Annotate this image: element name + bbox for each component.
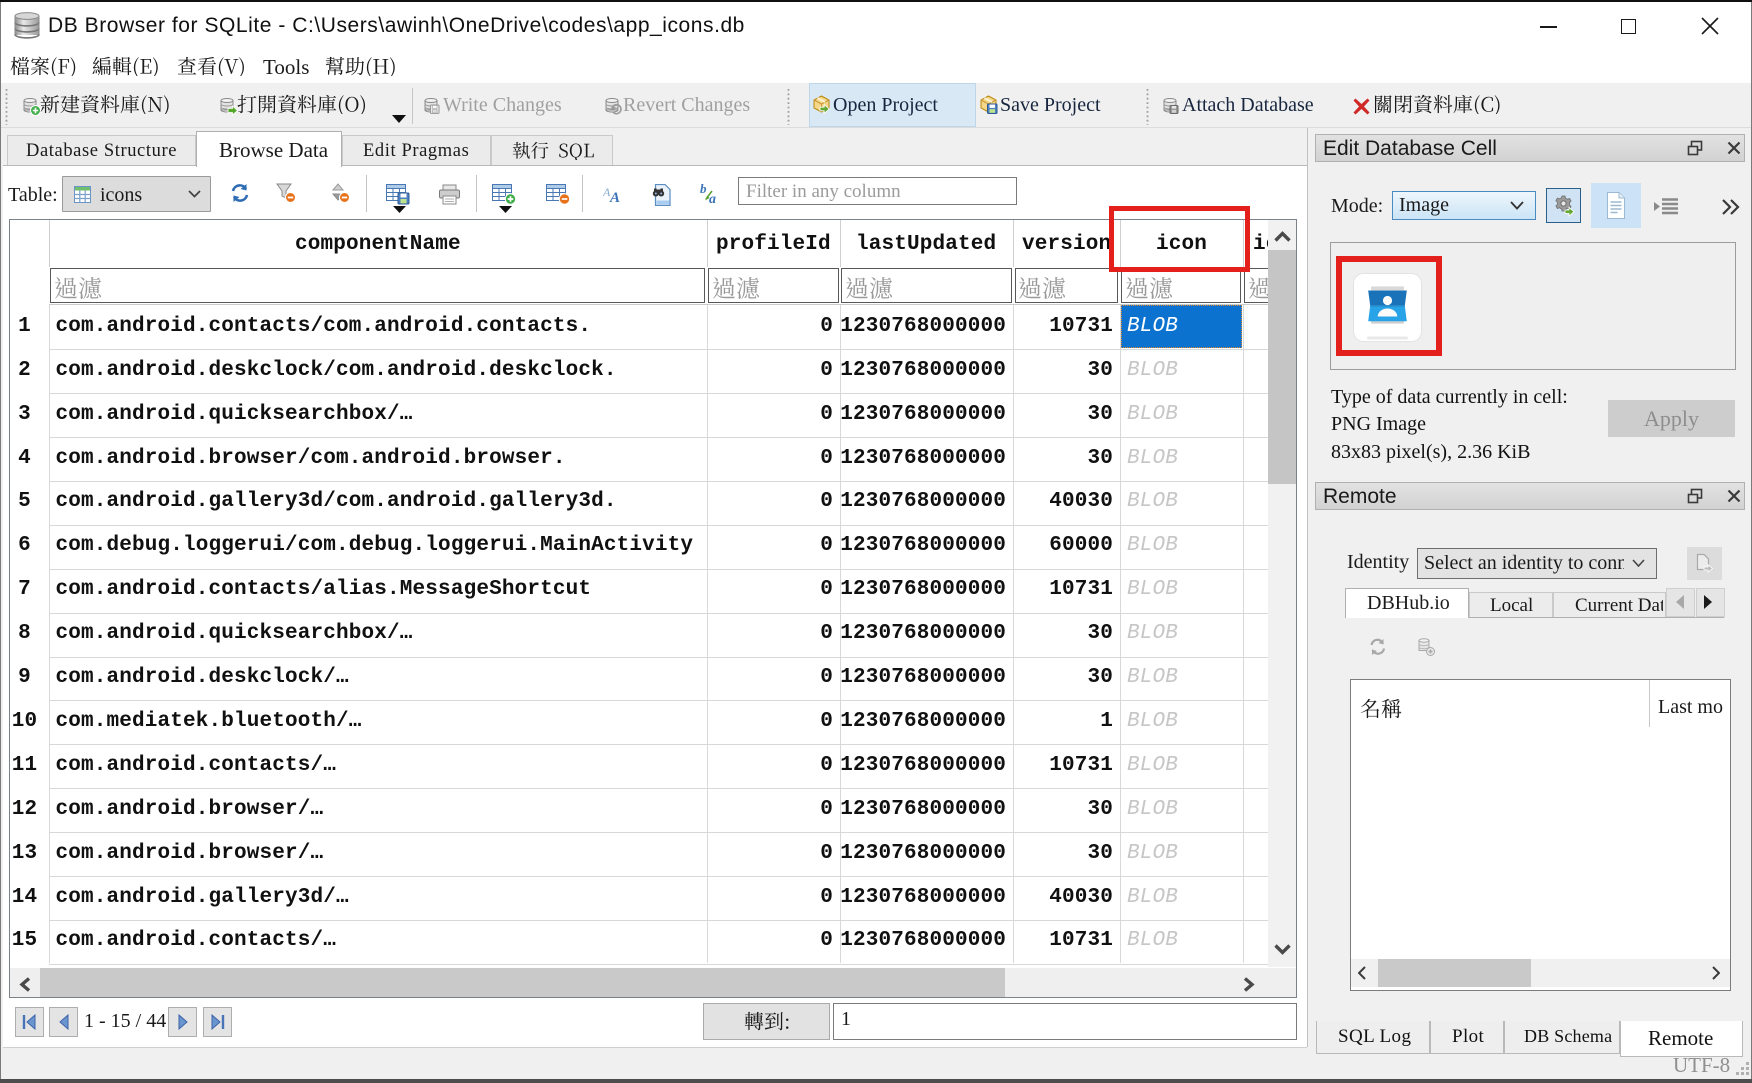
svg-text:a: a [709,192,716,205]
svg-text:b: b [700,183,707,196]
svg-text:A: A [609,190,620,203]
